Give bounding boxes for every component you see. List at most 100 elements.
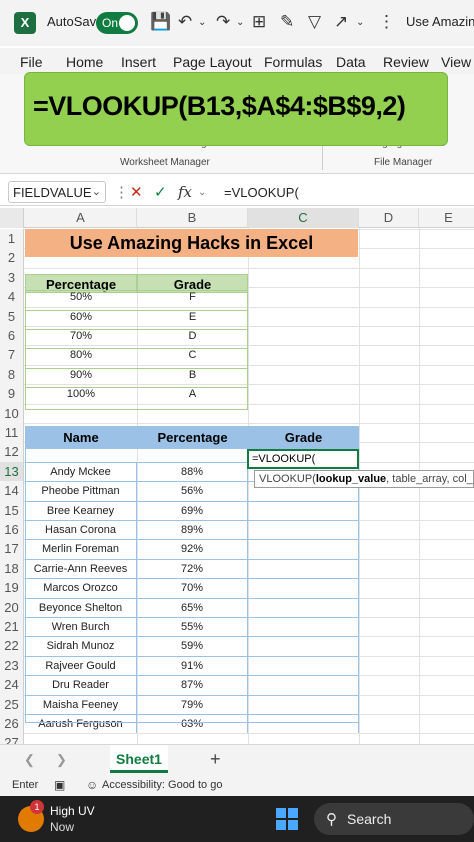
borders-icon[interactable]: ⊞ xyxy=(252,12,266,32)
add-sheet-icon[interactable]: + xyxy=(210,749,221,770)
grade-table-percentage-cell[interactable]: 50% xyxy=(25,290,137,309)
student-name-cell[interactable]: Andy Mckee xyxy=(25,461,137,482)
student-grade-cell[interactable] xyxy=(248,500,359,520)
student-table-header-grade[interactable]: Grade xyxy=(248,426,359,449)
student-name-cell[interactable]: Rajveer Gould xyxy=(25,655,137,676)
student-name-cell[interactable]: Maisha Feeney xyxy=(25,694,137,714)
row-header-24[interactable]: 24 xyxy=(0,675,24,695)
tab-file[interactable]: File xyxy=(20,54,43,70)
student-name-cell[interactable]: Carrie-Ann Reeves xyxy=(25,558,137,579)
tab-formulas[interactable]: Formulas xyxy=(264,54,322,70)
row-header-21[interactable]: 21 xyxy=(0,617,24,637)
row-header-2[interactable]: 2 xyxy=(0,248,24,268)
student-percentage-cell[interactable]: 92% xyxy=(137,539,248,559)
row-header-9[interactable]: 9 xyxy=(0,384,24,404)
student-table-header-percentage[interactable]: Percentage xyxy=(137,426,248,449)
share-icon[interactable]: ↗ xyxy=(334,12,348,32)
student-grade-cell[interactable] xyxy=(248,714,359,734)
grade-table-percentage-cell[interactable]: 60% xyxy=(25,309,137,329)
tab-view[interactable]: View xyxy=(441,54,471,70)
student-percentage-cell[interactable]: 59% xyxy=(137,636,248,656)
student-percentage-cell[interactable]: 88% xyxy=(137,461,248,482)
student-percentage-cell[interactable]: 70% xyxy=(137,578,248,598)
row-header-17[interactable]: 17 xyxy=(0,539,24,559)
row-header-5[interactable]: 5 xyxy=(0,306,24,326)
share-dropdown-icon[interactable]: ⌄ xyxy=(356,17,364,28)
tab-review[interactable]: Review xyxy=(383,54,429,70)
undo-icon[interactable]: ↶ xyxy=(178,12,192,32)
function-tooltip[interactable]: VLOOKUP(lookup_value, table_array, col_ xyxy=(254,470,474,488)
row-header-27[interactable]: 27 xyxy=(0,733,24,744)
grade-table-grade-cell[interactable]: F xyxy=(137,290,248,309)
student-table-header-name[interactable]: Name xyxy=(25,426,137,449)
row-header-14[interactable]: 14 xyxy=(0,481,24,501)
student-grade-cell[interactable] xyxy=(248,694,359,714)
column-header-a[interactable]: A xyxy=(25,208,137,228)
grade-table-percentage-cell[interactable]: 80% xyxy=(25,348,137,367)
student-name-cell[interactable]: Marcos Orozco xyxy=(25,578,137,598)
student-name-cell[interactable]: Merlin Foreman xyxy=(25,539,137,559)
customize-toolbar-icon[interactable]: ⋮ xyxy=(378,12,395,32)
grade-table-percentage-cell[interactable]: 70% xyxy=(25,329,137,348)
student-percentage-cell[interactable]: 69% xyxy=(137,500,248,520)
grade-table-grade-cell[interactable]: E xyxy=(137,309,248,329)
chevron-down-icon[interactable]: ⌄ xyxy=(92,185,101,198)
student-percentage-cell[interactable]: 79% xyxy=(137,694,248,714)
sheet-tab-sheet1[interactable]: Sheet1 xyxy=(110,745,168,773)
row-header-11[interactable]: 11 xyxy=(0,423,24,443)
student-name-cell[interactable]: Beyonce Shelton xyxy=(25,597,137,617)
row-header-20[interactable]: 20 xyxy=(0,597,24,617)
tab-page-layout[interactable]: Page Layout xyxy=(173,54,252,70)
student-percentage-cell[interactable]: 55% xyxy=(137,617,248,637)
row-header-3[interactable]: 3 xyxy=(0,267,24,288)
name-box[interactable]: FIELDVALUE ⌄ xyxy=(8,181,106,203)
column-header-d[interactable]: D xyxy=(359,208,419,228)
grade-table-grade-cell[interactable]: D xyxy=(137,329,248,348)
student-grade-cell[interactable] xyxy=(248,539,359,559)
autosave-toggle[interactable]: On xyxy=(96,12,138,34)
column-header-c[interactable]: C xyxy=(248,208,359,228)
select-all-corner[interactable] xyxy=(0,208,24,228)
student-grade-cell[interactable] xyxy=(248,617,359,637)
student-grade-cell[interactable] xyxy=(248,655,359,676)
student-percentage-cell[interactable]: 72% xyxy=(137,558,248,579)
student-grade-cell[interactable] xyxy=(248,675,359,695)
student-grade-cell[interactable] xyxy=(248,636,359,656)
save-icon[interactable]: 💾 xyxy=(150,12,171,32)
function-dropdown-icon[interactable]: ⌄ xyxy=(198,187,206,198)
student-percentage-cell[interactable]: 89% xyxy=(137,520,248,540)
grade-table-grade-cell[interactable]: B xyxy=(137,367,248,387)
student-grade-cell[interactable] xyxy=(248,558,359,579)
macro-recording-icon[interactable]: ▣ xyxy=(54,778,65,792)
cancel-icon[interactable]: ✕ xyxy=(130,183,143,201)
tab-data[interactable]: Data xyxy=(336,54,366,70)
active-cell-c13[interactable]: =VLOOKUP( xyxy=(247,449,359,469)
student-name-cell[interactable]: Bree Kearney xyxy=(25,500,137,520)
student-grade-cell[interactable] xyxy=(248,597,359,617)
student-name-cell[interactable]: Wren Burch xyxy=(25,617,137,637)
student-percentage-cell[interactable]: 87% xyxy=(137,675,248,695)
sheet-title-cell[interactable]: Use Amazing Hacks in Excel xyxy=(25,229,358,257)
student-percentage-cell[interactable]: 91% xyxy=(137,655,248,676)
next-sheet-icon[interactable]: ❯ xyxy=(56,752,67,768)
row-header-23[interactable]: 23 xyxy=(0,655,24,676)
taskbar-search-box[interactable]: ⚲ Search xyxy=(314,803,474,835)
column-header-b[interactable]: B xyxy=(137,208,248,228)
student-name-cell[interactable]: Sidrah Munoz xyxy=(25,636,137,656)
more-options-icon[interactable]: ⋮ xyxy=(114,183,129,201)
row-header-19[interactable]: 19 xyxy=(0,578,24,598)
row-header-13[interactable]: 13 xyxy=(0,461,24,482)
row-header-10[interactable]: 10 xyxy=(0,403,24,423)
row-header-1[interactable]: 1 xyxy=(0,229,24,249)
student-name-cell[interactable]: Pheobe Pittman xyxy=(25,481,137,501)
grade-table-percentage-cell[interactable]: 100% xyxy=(25,387,137,406)
redo-dropdown-icon[interactable]: ⌄ xyxy=(236,17,244,28)
windows-start-icon[interactable] xyxy=(276,808,298,830)
row-header-25[interactable]: 25 xyxy=(0,694,24,714)
student-percentage-cell[interactable]: 65% xyxy=(137,597,248,617)
enter-icon[interactable]: ✓ xyxy=(154,183,167,201)
student-name-cell[interactable]: Dru Reader xyxy=(25,675,137,695)
student-name-cell[interactable]: Aarush Ferguson xyxy=(25,714,137,734)
student-name-cell[interactable]: Hasan Corona xyxy=(25,520,137,540)
tab-insert[interactable]: Insert xyxy=(121,54,156,70)
